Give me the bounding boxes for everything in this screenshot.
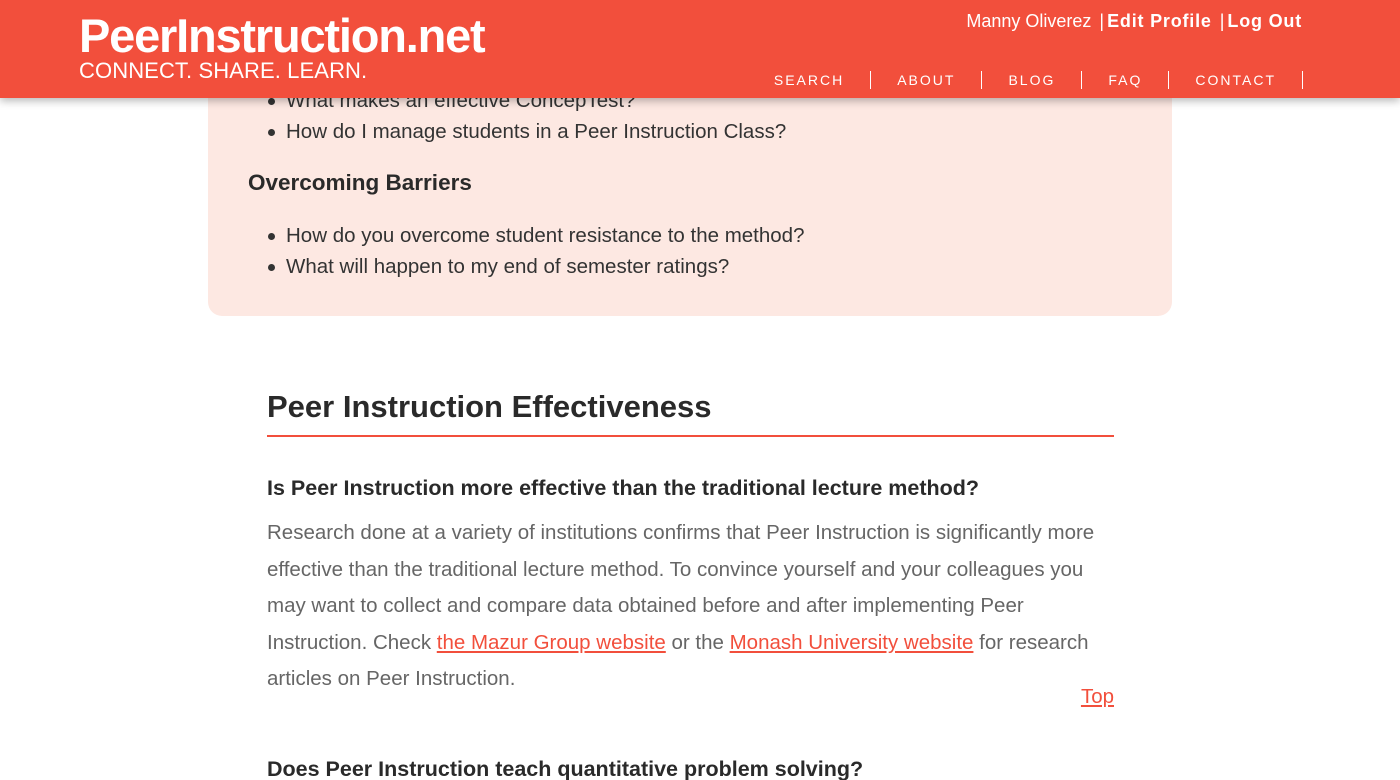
faq-link-student-resistance[interactable]: How do you overcome student resistance t… — [266, 220, 805, 251]
faq-link-semester-ratings[interactable]: What will happen to my end of semester r… — [266, 251, 805, 282]
mazur-group-link[interactable]: the Mazur Group website — [437, 631, 666, 654]
edit-profile-link[interactable]: Edit Profile — [1107, 11, 1212, 31]
nav-blog[interactable]: BLOG — [982, 70, 1081, 90]
site-logo[interactable]: PeerInstruction.net CONNECT. SHARE. LEAR… — [79, 9, 486, 83]
nav-faq[interactable]: FAQ — [1082, 70, 1168, 90]
section-title: Peer Instruction Effectiveness — [267, 387, 1114, 437]
user-bar-separator: | — [1099, 11, 1105, 31]
user-bar: Manny Oliverez | Edit Profile | Log Out — [966, 10, 1302, 32]
nav-contact[interactable]: CONTACT — [1169, 70, 1302, 90]
nav-divider — [1302, 71, 1303, 89]
user-bar-separator: | — [1219, 11, 1225, 31]
faq-question-problem-solving: Does Peer Instruction teach quantitative… — [267, 757, 864, 780]
log-out-link[interactable]: Log Out — [1227, 11, 1302, 31]
logo-tagline: CONNECT. SHARE. LEARN. — [79, 58, 368, 83]
faq-index-box: What makes an effective ConcepTest? How … — [208, 60, 1172, 316]
faq-question-effectiveness: Is Peer Instruction more effective than … — [267, 476, 980, 500]
main-nav: SEARCH ABOUT BLOG FAQ CONTACT — [748, 70, 1303, 90]
faq-link-manage-students[interactable]: How do I manage students in a Peer Instr… — [266, 116, 786, 147]
logo-title: PeerInstruction.net — [79, 9, 486, 62]
nav-search[interactable]: SEARCH — [748, 70, 870, 90]
nav-about[interactable]: ABOUT — [871, 70, 981, 90]
answer-text: or the — [665, 630, 730, 654]
monash-university-link[interactable]: Monash University website — [730, 631, 974, 654]
user-name: Manny Oliverez — [966, 11, 1092, 31]
faq-answer-effectiveness: Research done at a variety of institutio… — [267, 515, 1117, 698]
faq-list-barriers: How do you overcome student resistance t… — [266, 220, 805, 282]
faq-heading-overcoming-barriers: Overcoming Barriers — [248, 170, 472, 195]
site-header: PeerInstruction.net CONNECT. SHARE. LEAR… — [0, 0, 1400, 98]
back-to-top-link[interactable]: Top — [1081, 685, 1114, 709]
